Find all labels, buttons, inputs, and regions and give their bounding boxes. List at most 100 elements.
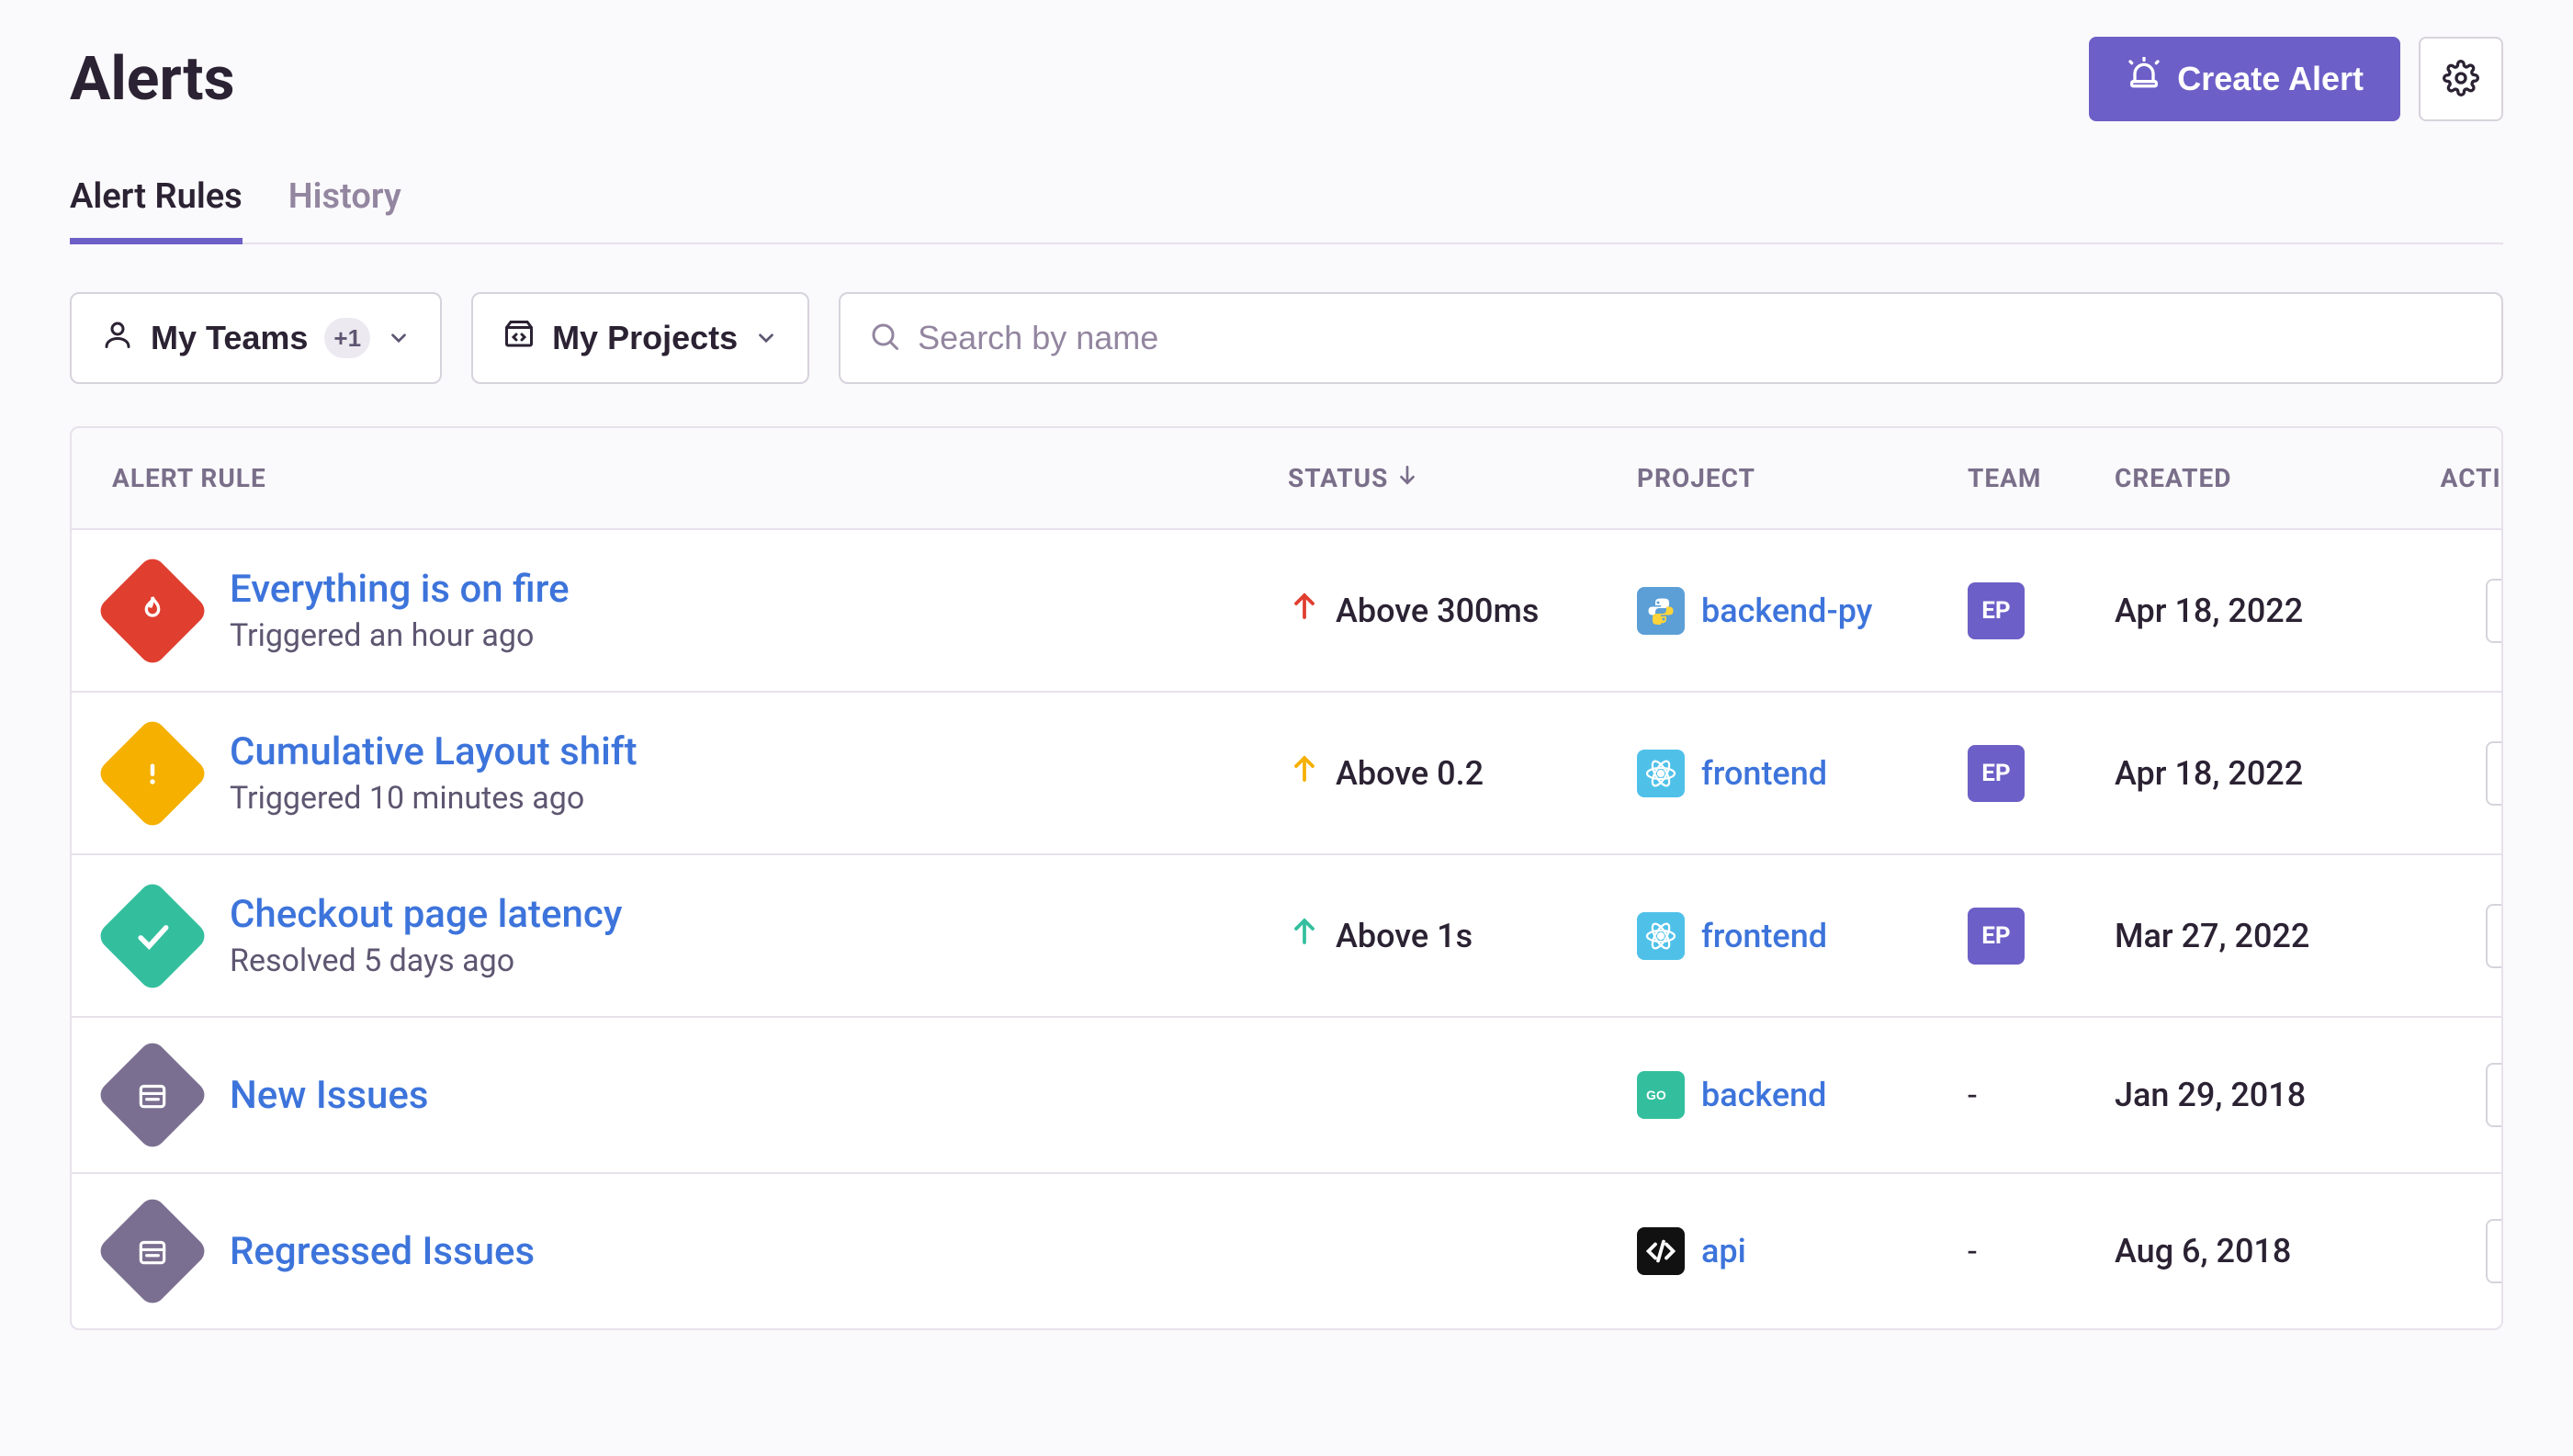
severity-badge <box>112 1055 193 1135</box>
actions-cell <box>2427 579 2503 643</box>
col-alert-rule: ALERT RULE <box>112 463 1288 493</box>
status-text: Above 1s <box>1336 917 1473 955</box>
search-container <box>839 292 2503 384</box>
actions-cell <box>2427 1219 2503 1283</box>
alerts-table: ALERT RULE STATUS PROJECT TEAM CREATED A… <box>70 426 2503 1330</box>
alert-rule-link[interactable]: Checkout page latency <box>230 892 622 937</box>
project-cell: backend-py <box>1637 587 1968 635</box>
status-text: Above 0.2 <box>1336 754 1484 793</box>
alert-rule-cell: Cumulative Layout shift Triggered 10 minu… <box>112 729 1288 817</box>
row-actions-button[interactable] <box>2486 904 2503 968</box>
chevron-down-icon <box>754 326 778 350</box>
settings-button[interactable] <box>2419 37 2503 121</box>
alert-rule-link[interactable]: Cumulative Layout shift <box>230 729 638 774</box>
alert-rule-cell: New Issues <box>112 1055 1288 1135</box>
issues-icon <box>112 1055 193 1135</box>
created-cell: Mar 27, 2022 <box>2115 917 2427 955</box>
col-project: PROJECT <box>1637 463 1968 493</box>
alert-rule-link[interactable]: Everything is on fire <box>230 567 570 612</box>
team-cell: - <box>1968 1232 2115 1270</box>
issues-icon <box>112 1211 193 1292</box>
react-icon <box>1637 750 1685 797</box>
severity-badge <box>112 570 193 651</box>
code-icon <box>1637 1227 1685 1275</box>
actions-cell <box>2427 1063 2503 1127</box>
team-cell: EP <box>1968 582 2115 639</box>
project-cell: GO backend <box>1637 1071 1968 1119</box>
alert-rule-cell: Everything is on fire Triggered an hour a… <box>112 567 1288 654</box>
created-cell: Aug 6, 2018 <box>2115 1232 2427 1270</box>
project-link[interactable]: frontend <box>1701 917 1827 955</box>
alert-rule-subtitle: Triggered an hour ago <box>230 617 570 654</box>
create-alert-button[interactable]: Create Alert <box>2089 37 2400 121</box>
status-cell: Above 0.2 <box>1288 752 1637 794</box>
search-input[interactable] <box>918 319 2474 357</box>
arrow-up-icon <box>1288 915 1321 956</box>
page-title: Alerts <box>70 44 234 115</box>
row-actions-button[interactable] <box>2486 579 2503 643</box>
my-projects-filter[interactable]: My Projects <box>471 292 809 384</box>
react-icon <box>1637 912 1685 960</box>
actions-cell <box>2427 741 2503 806</box>
teams-count-badge: +1 <box>324 318 370 358</box>
alert-rule-cell: Checkout page latency Resolved 5 days ago <box>112 892 1288 979</box>
project-link[interactable]: backend <box>1701 1076 1826 1114</box>
table-row: Checkout page latency Resolved 5 days ago… <box>72 855 2501 1018</box>
row-actions-button[interactable] <box>2486 741 2503 806</box>
table-row: Cumulative Layout shift Triggered 10 minu… <box>72 693 2501 855</box>
fire-icon <box>112 570 193 651</box>
project-icon <box>502 318 536 359</box>
team-badge[interactable]: EP <box>1968 745 2025 802</box>
alert-siren-icon <box>2126 57 2162 102</box>
create-alert-label: Create Alert <box>2177 60 2364 98</box>
svg-text:GO: GO <box>1646 1088 1666 1102</box>
team-badge[interactable]: EP <box>1968 908 2025 965</box>
alert-rule-subtitle: Resolved 5 days ago <box>230 942 622 979</box>
table-header: ALERT RULE STATUS PROJECT TEAM CREATED A… <box>72 428 2501 530</box>
my-teams-filter[interactable]: My Teams +1 <box>70 292 442 384</box>
col-actions: ACTIONS <box>2427 463 2503 493</box>
exclaim-icon <box>112 733 193 814</box>
project-link[interactable]: api <box>1701 1232 1746 1270</box>
col-created: CREATED <box>2115 463 2427 493</box>
table-row: Regressed Issues api -Aug 6, 2018 <box>72 1174 2501 1328</box>
project-link[interactable]: backend-py <box>1701 592 1872 630</box>
tabs: Alert Rules History <box>70 176 2503 244</box>
col-status[interactable]: STATUS <box>1288 463 1637 493</box>
alert-rule-link[interactable]: New Issues <box>230 1073 429 1118</box>
tab-history[interactable]: History <box>288 176 401 243</box>
search-icon <box>868 320 901 356</box>
user-icon <box>101 318 134 359</box>
alert-rule-subtitle: Triggered 10 minutes ago <box>230 780 638 817</box>
project-cell: frontend <box>1637 750 1968 797</box>
go-icon: GO <box>1637 1071 1685 1119</box>
arrow-up-icon <box>1288 752 1321 794</box>
project-cell: api <box>1637 1227 1968 1275</box>
tab-alert-rules[interactable]: Alert Rules <box>70 176 243 243</box>
col-team: TEAM <box>1968 463 2115 493</box>
row-actions-button[interactable] <box>2486 1219 2503 1283</box>
col-status-label: STATUS <box>1288 463 1388 493</box>
status-cell: Above 300ms <box>1288 590 1637 631</box>
python-icon <box>1637 587 1685 635</box>
sort-arrow-down-icon <box>1395 463 1419 493</box>
chevron-down-icon <box>387 326 411 350</box>
team-badge[interactable]: EP <box>1968 582 2025 639</box>
my-teams-label: My Teams <box>151 319 308 357</box>
project-link[interactable]: frontend <box>1701 754 1827 793</box>
table-row: New IssuesGObackend-Jan 29, 2018 <box>72 1018 2501 1174</box>
my-projects-label: My Projects <box>552 319 738 357</box>
row-actions-button[interactable] <box>2486 1063 2503 1127</box>
status-cell: Above 1s <box>1288 915 1637 956</box>
created-cell: Apr 18, 2022 <box>2115 754 2427 793</box>
team-cell: EP <box>1968 908 2115 965</box>
created-cell: Jan 29, 2018 <box>2115 1076 2427 1114</box>
severity-badge <box>112 1211 193 1292</box>
table-row: Everything is on fire Triggered an hour a… <box>72 530 2501 693</box>
actions-cell <box>2427 904 2503 968</box>
team-cell: EP <box>1968 745 2115 802</box>
alert-rule-link[interactable]: Regressed Issues <box>230 1229 535 1274</box>
severity-badge <box>112 896 193 976</box>
check-icon <box>112 896 193 976</box>
project-cell: frontend <box>1637 912 1968 960</box>
